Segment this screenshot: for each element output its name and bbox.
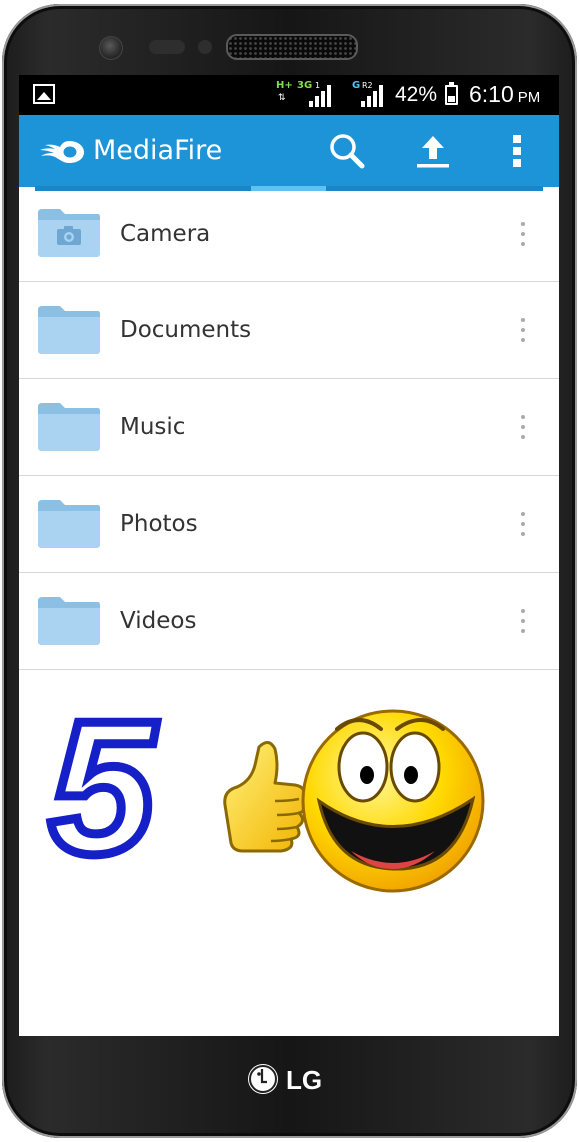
battery-icon — [445, 82, 458, 105]
clock: 6:10 PM — [469, 80, 540, 112]
network-type-g: G — [352, 80, 361, 91]
item-overflow-button[interactable] — [511, 412, 535, 442]
item-overflow-button[interactable] — [511, 606, 535, 636]
earpiece-speaker — [226, 34, 358, 60]
folder-row-photos[interactable]: Photos — [19, 476, 559, 573]
folder-row-music[interactable]: Music — [19, 379, 559, 476]
upload-button[interactable] — [411, 129, 455, 173]
signal-bars-sim1-icon — [309, 83, 333, 107]
folder-icon — [38, 306, 100, 354]
overflow-menu-icon — [513, 135, 521, 167]
clock-ampm: PM — [517, 89, 541, 106]
item-overflow-button[interactable] — [511, 315, 535, 345]
clock-time: 6:10 — [469, 81, 514, 107]
folder-icon — [38, 403, 100, 451]
screen: H+ ⇅ 3G 1 G R2 42% 6:10 PM MediaFire Cam… — [19, 75, 559, 1036]
folder-label: Documents — [120, 317, 252, 343]
front-camera — [99, 36, 123, 60]
gallery-notification-icon — [33, 84, 55, 104]
data-activity-icon: ⇅ — [278, 93, 286, 103]
device-brand: LG — [286, 1065, 323, 1095]
app-title: MediaFire — [93, 135, 223, 166]
item-overflow-button[interactable] — [511, 219, 535, 249]
folder-icon — [38, 597, 100, 645]
folder-icon — [38, 500, 100, 548]
item-overflow-button[interactable] — [511, 509, 535, 539]
search-button[interactable] — [325, 129, 369, 173]
light-sensor — [198, 40, 212, 54]
rating-number: 5 — [45, 682, 160, 894]
battery-fill — [448, 96, 455, 102]
search-icon — [330, 134, 365, 169]
lg-logo-mark-icon — [248, 1064, 278, 1094]
folder-label: Camera — [120, 221, 211, 247]
overflow-menu-button[interactable] — [495, 129, 539, 173]
upload-icon — [417, 136, 449, 168]
signal-bars-sim2-icon — [361, 83, 385, 107]
action-bar: MediaFire — [19, 115, 559, 187]
camera-folder-icon — [38, 209, 100, 257]
lg-logo: LG — [248, 1060, 332, 1100]
proximity-sensor — [149, 40, 185, 54]
thumbs-up-icon — [223, 741, 307, 853]
battery-percent: 42% — [395, 83, 438, 106]
status-bar: H+ ⇅ 3G 1 G R2 42% 6:10 PM — [19, 75, 559, 115]
network-type-hplus: H+ — [276, 80, 293, 91]
folder-row-camera[interactable]: Camera — [19, 191, 559, 282]
folder-label: Photos — [120, 511, 198, 537]
smiley-icon — [301, 709, 485, 893]
folder-label: Videos — [120, 608, 197, 634]
folder-list: Camera Documents Music Photos Videos — [19, 191, 559, 670]
mediafire-logo-icon — [40, 141, 84, 163]
folder-label: Music — [120, 414, 186, 440]
top-bezel — [2, 4, 577, 76]
folder-row-documents[interactable]: Documents — [19, 282, 559, 379]
folder-row-videos[interactable]: Videos — [19, 573, 559, 670]
